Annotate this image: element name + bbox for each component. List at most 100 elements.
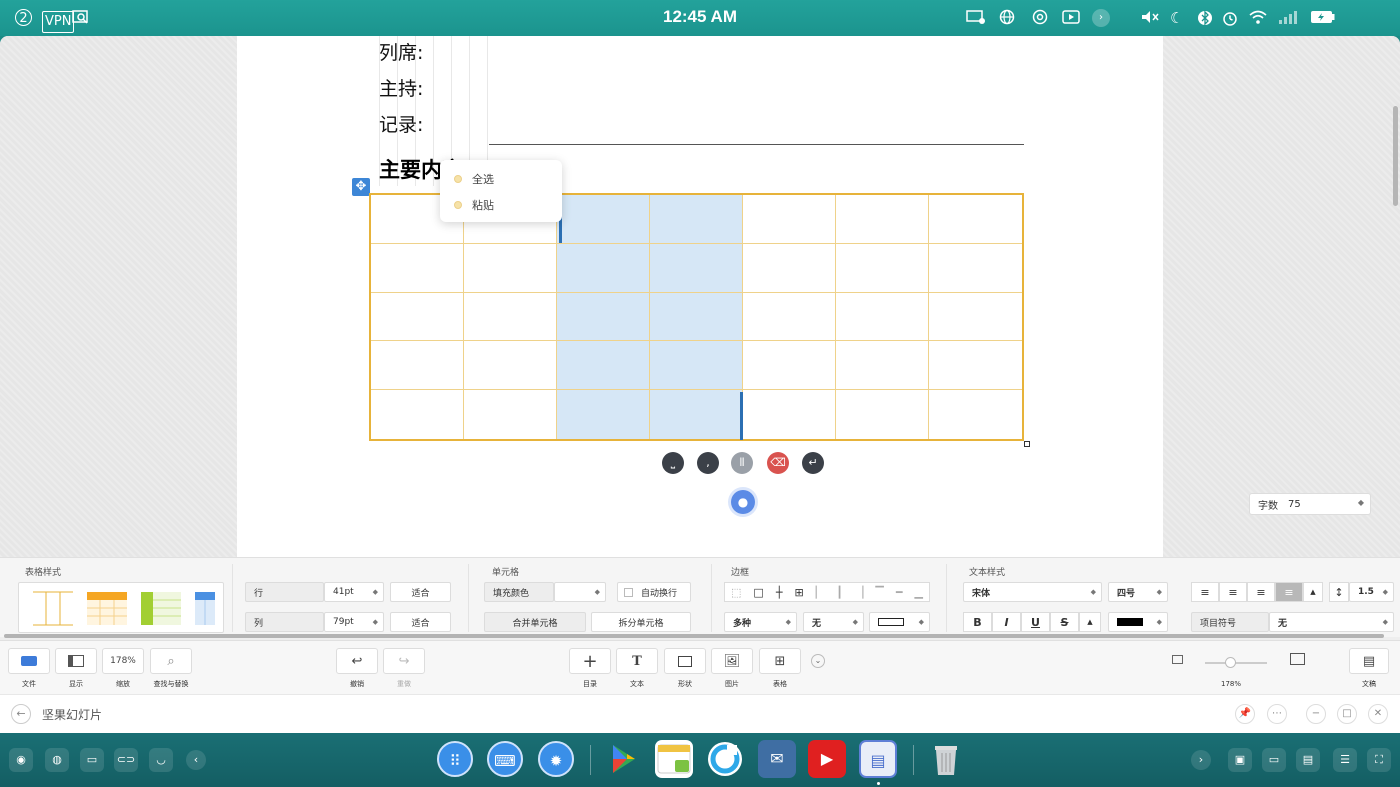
border-none-icon[interactable]: ⬚: [731, 586, 741, 599]
align-left-icon[interactable]: ≡: [1191, 582, 1219, 602]
tray-expand-chevron-icon[interactable]: ›: [1191, 750, 1211, 770]
settings-sun-icon[interactable]: ✹: [538, 741, 574, 777]
table-style-thumb-4[interactable]: [193, 589, 215, 627]
tray-cup-icon[interactable]: ◡: [149, 748, 173, 772]
table-cell[interactable]: [464, 243, 557, 293]
split-cells-button[interactable]: 拆分单元格: [591, 612, 691, 632]
table-cell[interactable]: [743, 341, 836, 391]
table-cell-selected[interactable]: [650, 292, 743, 342]
minimize-icon[interactable]: −: [1306, 704, 1326, 724]
zoom-slider[interactable]: [1205, 662, 1267, 664]
browser-icon[interactable]: [706, 740, 744, 778]
border-top-icon[interactable]: ▔: [875, 586, 883, 599]
more-align-icon[interactable]: ▲: [1303, 582, 1323, 602]
back-arrow-icon[interactable]: ←: [11, 704, 31, 724]
redo-button[interactable]: ↪: [383, 648, 425, 674]
attendees-label[interactable]: 列席:: [379, 38, 423, 65]
table-cell-selected[interactable]: [650, 195, 743, 244]
host-label[interactable]: 主持:: [379, 74, 423, 101]
tray-toggle-icon[interactable]: ⊂⊃: [114, 748, 138, 772]
video-app-icon[interactable]: ▶: [808, 740, 846, 778]
zoom-button[interactable]: 178%: [102, 648, 144, 674]
table-cell-selected[interactable]: [650, 341, 743, 391]
menu-item-paste[interactable]: 粘贴: [440, 192, 562, 218]
table-cell[interactable]: [371, 243, 464, 293]
bluetooth-icon[interactable]: [1198, 9, 1212, 33]
recorder-label[interactable]: 记录:: [379, 110, 423, 137]
pin-icon[interactable]: 📌: [1235, 704, 1255, 724]
more-styles-icon[interactable]: ▲: [1079, 612, 1101, 632]
align-center-icon[interactable]: ≡: [1219, 582, 1247, 602]
border-vertical-icon[interactable]: ┃: [836, 586, 843, 599]
tray-fullscreen-icon[interactable]: ⛶: [1367, 748, 1391, 772]
table-cell[interactable]: [836, 292, 929, 342]
table-cell-selected[interactable]: [557, 195, 650, 244]
tray-collapse-chevron-icon[interactable]: ‹: [186, 750, 206, 770]
table-cell[interactable]: [836, 341, 929, 391]
table-cell[interactable]: [371, 341, 464, 391]
more-icon[interactable]: ⋯: [1267, 704, 1287, 724]
table-style-thumb-2[interactable]: [85, 589, 129, 627]
italic-button[interactable]: I: [992, 612, 1021, 632]
image-button[interactable]: 🖼: [711, 648, 753, 674]
table-cell[interactable]: [743, 292, 836, 342]
tray-gallery-icon[interactable]: ▣: [1228, 748, 1252, 772]
table-cell[interactable]: [929, 390, 1022, 439]
close-icon[interactable]: ✕: [1368, 704, 1388, 724]
align-justify-icon[interactable]: ≡: [1275, 582, 1303, 602]
table-cell[interactable]: [464, 292, 557, 342]
underline-button[interactable]: U: [1021, 612, 1050, 632]
table-cell[interactable]: [836, 390, 929, 439]
table-cell[interactable]: [743, 243, 836, 293]
tray-screen-icon[interactable]: ▭: [80, 748, 104, 772]
border-style-select[interactable]: 多种 ◆: [724, 612, 797, 632]
strikethrough-button[interactable]: S: [1050, 612, 1079, 632]
table-cell[interactable]: [371, 292, 464, 342]
enter-key-icon[interactable]: ↵: [802, 452, 824, 474]
border-bottom-icon[interactable]: ▁: [914, 586, 922, 599]
font-family-select[interactable]: 宋体 ◆: [963, 582, 1102, 602]
tray-folder-icon[interactable]: ▭: [1262, 748, 1286, 772]
text-color-select[interactable]: ◆: [1108, 612, 1168, 632]
cast-icon[interactable]: [966, 9, 986, 31]
table-button[interactable]: ⊞: [759, 648, 801, 674]
table-cell-selected[interactable]: [650, 390, 743, 439]
fill-color-picker[interactable]: ◆: [554, 582, 606, 602]
calendar-app-icon[interactable]: [655, 740, 693, 778]
table-cell[interactable]: [929, 195, 1022, 244]
tray-globe-icon[interactable]: ◍: [45, 748, 69, 772]
border-color-select[interactable]: 无 ◆: [803, 612, 864, 632]
alarm-icon[interactable]: [1221, 9, 1239, 33]
bold-button[interactable]: B: [963, 612, 992, 632]
table-cell-selected[interactable]: [557, 243, 650, 293]
shape-button[interactable]: [664, 648, 706, 674]
border-inner-icon[interactable]: ┼: [776, 586, 783, 599]
doc-button[interactable]: ▤: [1349, 648, 1389, 674]
border-line-select[interactable]: ◆: [869, 612, 930, 632]
col-width-stepper[interactable]: 79pt ◆: [324, 612, 384, 632]
moon-icon[interactable]: ☾: [1170, 9, 1183, 27]
table-cell-selected[interactable]: [557, 390, 650, 439]
col-fit-button[interactable]: 适合: [390, 612, 451, 632]
menu-item-select-all[interactable]: 全选: [440, 166, 562, 192]
mute-icon[interactable]: [1140, 9, 1160, 31]
launcher-icon[interactable]: ⠿: [437, 741, 473, 777]
word-count-box[interactable]: 字数 75 ◆: [1249, 493, 1371, 515]
table-cell-selected[interactable]: [557, 292, 650, 342]
keyboard-icon[interactable]: ⌨: [487, 741, 523, 777]
table-cell[interactable]: [836, 195, 929, 244]
expand-chevron-icon[interactable]: ›: [1092, 9, 1110, 27]
zoom-in-icon[interactable]: [1290, 653, 1305, 665]
table-cell[interactable]: [743, 195, 836, 244]
table-cell[interactable]: [929, 341, 1022, 391]
table-style-thumb-1[interactable]: [31, 589, 75, 627]
table-cell[interactable]: [743, 390, 836, 439]
space-key-icon[interactable]: ⎵: [662, 452, 684, 474]
tray-clipboard-icon[interactable]: ▤: [1296, 748, 1320, 772]
row-height-stepper[interactable]: 41pt ◆: [324, 582, 384, 602]
line-spacing-select[interactable]: 1.5 ◆: [1349, 582, 1394, 602]
align-right-icon[interactable]: ≡: [1247, 582, 1275, 602]
merge-cells-button[interactable]: 合并单元格: [484, 612, 586, 632]
globe-icon[interactable]: [999, 9, 1017, 33]
tray-ai-icon[interactable]: ◉: [9, 748, 33, 772]
